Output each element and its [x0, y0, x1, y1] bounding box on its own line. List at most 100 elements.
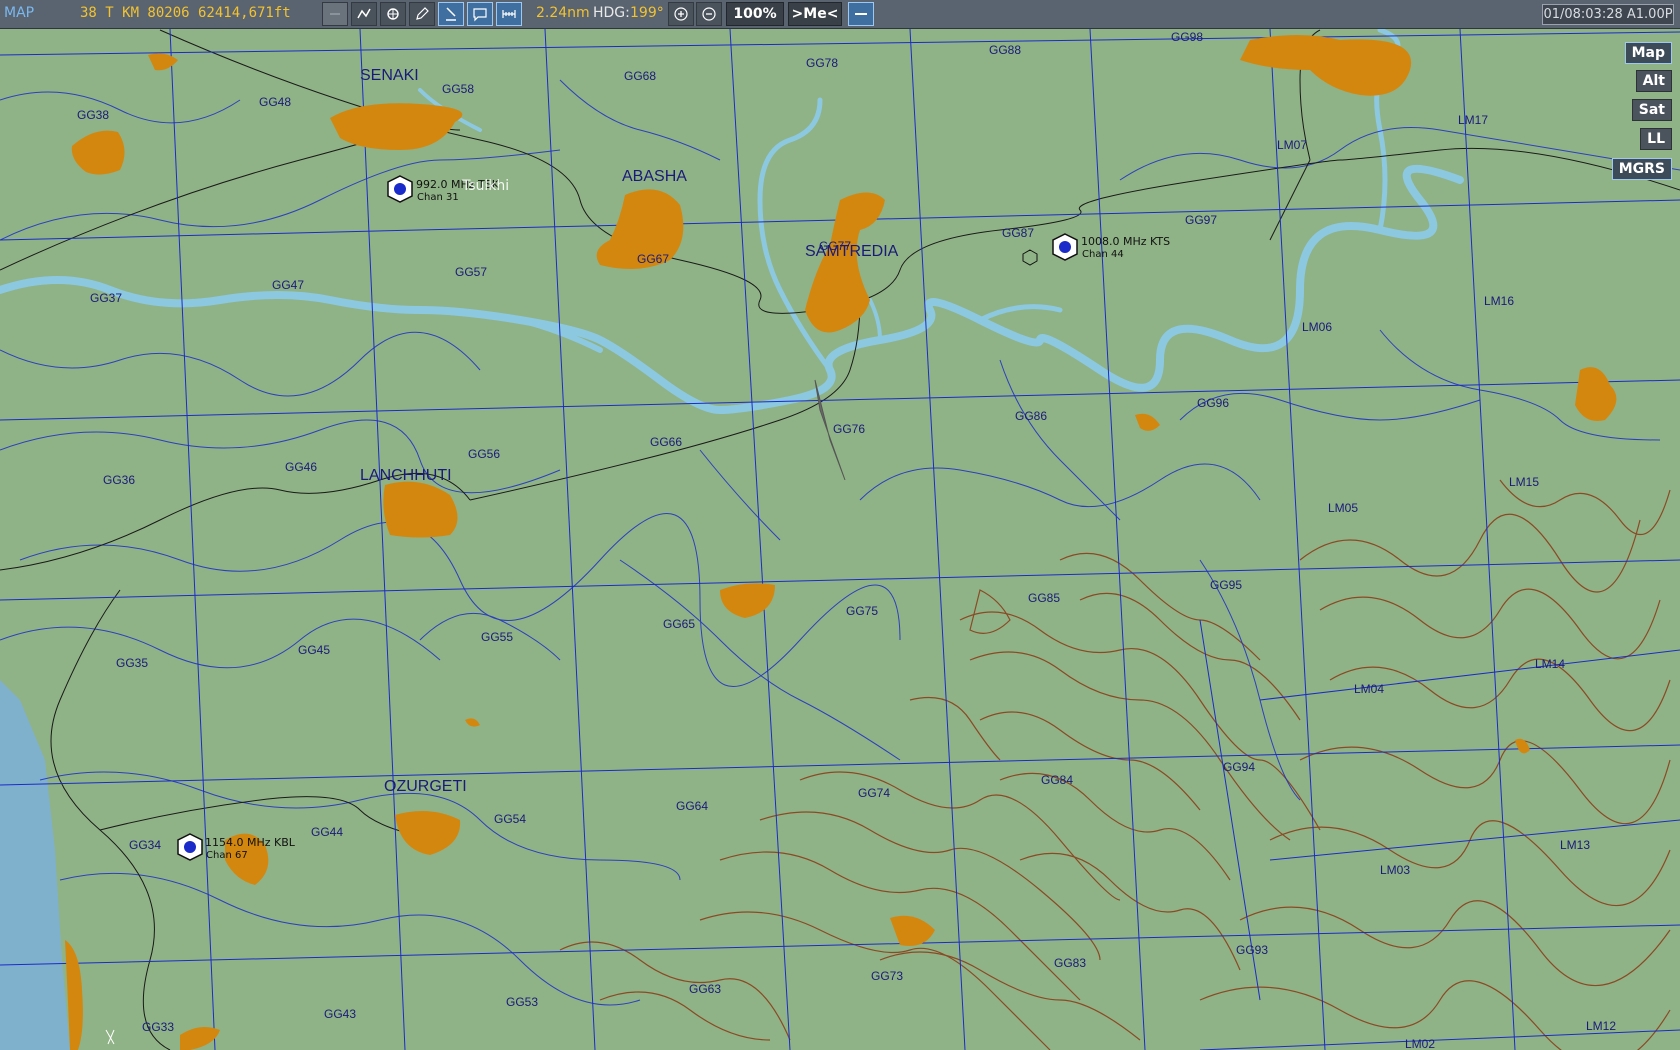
airfield-center-icon — [1059, 241, 1071, 253]
zoom-in-button[interactable] — [668, 2, 694, 26]
grid-label: GG38 — [77, 108, 109, 122]
layer-map-button[interactable]: Map — [1624, 42, 1672, 64]
city-label: SENAKI — [360, 67, 419, 84]
airfield-name: Tsulkhi — [461, 178, 509, 194]
grid-label: GG68 — [624, 69, 656, 83]
airfield-center-icon — [394, 183, 406, 195]
city-label: ABASHA — [622, 168, 687, 185]
grid-label: GG84 — [1041, 773, 1073, 787]
layer-mgrs-button[interactable]: MGRS — [1611, 158, 1672, 180]
grid-label: LM03 — [1380, 863, 1410, 877]
grid-label: LM07 — [1277, 138, 1307, 152]
comment-icon — [473, 8, 487, 22]
grid-label: LM14 — [1535, 657, 1565, 671]
grid-label: GG67 — [637, 252, 669, 266]
grid-label: GG97 — [1185, 213, 1217, 227]
grid-label: LM17 — [1458, 113, 1488, 127]
airfield-center-icon — [184, 841, 196, 853]
top-toolbar: MAP 38 T KM 80206 62414,671ft 2.24nm HDG… — [0, 0, 1680, 29]
grid-label: GG66 — [650, 435, 682, 449]
zoom-out-icon — [702, 7, 716, 21]
center-on-me-button[interactable]: >Me< — [788, 2, 842, 26]
grid-label: GG55 — [481, 630, 513, 644]
grid-label: GG64 — [676, 799, 708, 813]
blank-tool-icon — [330, 13, 340, 15]
grid-label: GG85 — [1028, 591, 1060, 605]
city-label: OZURGETI — [384, 778, 467, 795]
grid-label: GG86 — [1015, 409, 1047, 423]
grid-label: GG33 — [142, 1020, 174, 1034]
marker-tool-button[interactable] — [438, 2, 464, 26]
grid-label: GG77 — [819, 239, 851, 253]
airfield-frequency: 1008.0 MHz KTS — [1081, 235, 1170, 248]
grid-label: LM06 — [1302, 320, 1332, 334]
airfield-channel: Chan 31 — [417, 192, 459, 203]
zoom-out-button[interactable] — [696, 2, 722, 26]
grid-label: GG57 — [455, 265, 487, 279]
mode-label: MAP — [4, 5, 35, 21]
heading-label: HDG: — [593, 5, 630, 21]
marker-icon — [446, 7, 456, 21]
cursor-coordinates: 38 T KM 80206 62414,671ft — [80, 5, 291, 21]
grid-label: GG35 — [116, 656, 148, 670]
compass-icon — [387, 8, 399, 20]
ruler-toggle-button[interactable] — [848, 2, 874, 26]
grid-label: GG48 — [259, 95, 291, 109]
grid-label: GG73 — [871, 969, 903, 983]
mission-time: 01/08:03:28 A1.00P — [1542, 4, 1674, 25]
grid-label: GG75 — [846, 604, 878, 618]
ruler-tool-button[interactable] — [496, 2, 522, 26]
grid-label: GG56 — [468, 447, 500, 461]
grid-label: GG44 — [311, 825, 343, 839]
route-tool-button[interactable] — [351, 2, 377, 26]
grid-label: GG83 — [1054, 956, 1086, 970]
pen-icon — [416, 7, 429, 20]
measure-tool-button[interactable] — [380, 2, 406, 26]
distance-readout: 2.24nm — [536, 5, 590, 21]
zoom-in-icon — [674, 7, 688, 21]
grid-label: GG34 — [129, 838, 161, 852]
grid-label: LM04 — [1354, 682, 1384, 696]
grid-label: GG95 — [1210, 578, 1242, 592]
grid-label: GG47 — [272, 278, 304, 292]
route-icon — [357, 8, 371, 19]
grid-label: LM16 — [1484, 294, 1514, 308]
grid-label: LM15 — [1509, 475, 1539, 489]
zoom-level-button[interactable]: 100% — [726, 2, 784, 26]
comment-tool-button[interactable] — [467, 2, 493, 26]
grid-label: LM02 — [1405, 1037, 1435, 1050]
map-canvas[interactable]: 992.0 MHz TSK Chan 31 Tsulkhi 1008.0 MHz… — [0, 29, 1680, 1050]
grid-label: GG58 — [442, 82, 474, 96]
grid-label: GG78 — [806, 56, 838, 70]
grid-label: GG94 — [1223, 760, 1255, 774]
layer-alt-button[interactable]: Alt — [1635, 70, 1672, 92]
disabled-tool-button[interactable] — [322, 2, 348, 26]
layer-sat-button[interactable]: Sat — [1631, 99, 1672, 121]
minus-icon — [855, 13, 867, 15]
grid-label: GG96 — [1197, 396, 1229, 410]
grid-label: LM13 — [1560, 838, 1590, 852]
grid-label: GG74 — [858, 786, 890, 800]
grid-label: GG63 — [689, 982, 721, 996]
grid-label: GG87 — [1002, 226, 1034, 240]
pen-tool-button[interactable] — [409, 2, 435, 26]
city-label: LANCHHUTI — [360, 467, 452, 484]
grid-label: GG76 — [833, 422, 865, 436]
grid-label: GG65 — [663, 617, 695, 631]
grid-label: GG36 — [103, 473, 135, 487]
airfield-frequency: 1154.0 MHz KBL — [205, 836, 296, 849]
grid-label: GG53 — [506, 995, 538, 1009]
airfield-channel: Chan 67 — [206, 850, 248, 861]
ruler-icon — [502, 10, 516, 18]
grid-label: GG37 — [90, 291, 122, 305]
airfield-channel: Chan 44 — [1082, 249, 1124, 260]
grid-label: GG43 — [324, 1007, 356, 1021]
grid-label: GG45 — [298, 643, 330, 657]
layer-ll-button[interactable]: LL — [1640, 128, 1672, 150]
grid-label: GG98 — [1171, 30, 1203, 44]
grid-label: GG88 — [989, 43, 1021, 57]
land-background — [0, 29, 1680, 1050]
grid-label: GG46 — [285, 460, 317, 474]
grid-label: GG54 — [494, 812, 526, 826]
grid-label: GG93 — [1236, 943, 1268, 957]
